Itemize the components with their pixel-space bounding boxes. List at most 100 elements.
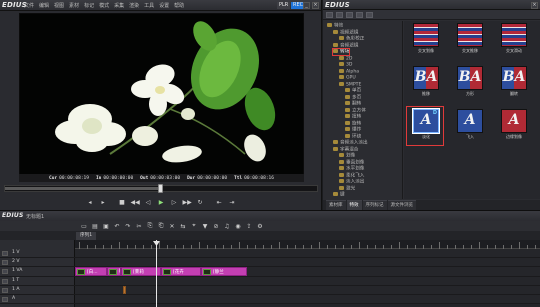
step-back-icon[interactable]: ◁	[144, 198, 153, 207]
timeline-clip[interactable]: [白...	[75, 267, 107, 276]
track-lock-icon[interactable]	[2, 288, 8, 293]
search-icon[interactable]	[366, 11, 373, 18]
cut-icon[interactable]: ✂	[135, 223, 143, 230]
menu-item[interactable]: 帮助	[174, 2, 184, 9]
tree-item[interactable]: 激光	[339, 185, 355, 192]
close-icon[interactable]: ×	[312, 2, 319, 9]
tree-item[interactable]: 色彩校正	[339, 36, 364, 42]
new-sequence-icon[interactable]: ▭	[80, 223, 88, 230]
timeline-clip[interactable]: [花卉	[161, 267, 201, 276]
thumbnail-view-icon[interactable]	[356, 11, 363, 18]
menu-item[interactable]: 文件	[24, 2, 34, 9]
menu-item[interactable]: 模式	[99, 2, 109, 9]
marker-icon[interactable]: ▼	[201, 223, 209, 230]
tree-item[interactable]: 环绕	[345, 133, 361, 140]
tree-item[interactable]: 水平划像	[339, 166, 364, 172]
razor-icon[interactable]: ⊘	[212, 223, 220, 230]
transition-thumbnail[interactable]: A 边缘划像	[498, 109, 530, 143]
tree-item[interactable]: Alpha	[339, 68, 359, 75]
tree-item[interactable]: 翻转	[345, 101, 361, 107]
transition-thumbnail[interactable]: 交叉滑动	[498, 23, 530, 57]
tree-item[interactable]: GPU	[339, 75, 356, 81]
loop-icon[interactable]: ↻	[196, 198, 205, 207]
menu-item[interactable]: 编辑	[39, 2, 49, 9]
list-view-icon[interactable]	[346, 11, 353, 18]
track-header[interactable]: A	[0, 295, 75, 304]
track-header[interactable]: 1 A	[0, 286, 75, 295]
timeline-clip[interactable]: [静兰	[201, 267, 247, 276]
track-lane[interactable]	[75, 249, 540, 258]
menu-item[interactable]: 视图	[54, 2, 64, 9]
transition-thumbnail[interactable]: 交叉推移	[454, 23, 486, 57]
undo-icon[interactable]: ↶	[113, 223, 121, 230]
tree-item[interactable]: 字幕混合	[333, 146, 358, 153]
track-lock-icon[interactable]	[2, 269, 8, 274]
paste-icon[interactable]: ⎗	[157, 222, 165, 230]
track-lane[interactable]	[75, 295, 540, 304]
play-icon[interactable]: ▶	[157, 198, 166, 207]
minimize-icon[interactable]: _	[303, 2, 310, 9]
tree-item[interactable]: 扭转	[345, 114, 361, 120]
menu-item[interactable]: 渲染	[129, 2, 139, 9]
scrub-handle[interactable]	[158, 184, 163, 193]
menu-item[interactable]: 工具	[144, 2, 154, 9]
tree-item[interactable]: 垂直划像	[339, 159, 364, 166]
menu-item[interactable]: 设置	[159, 2, 169, 9]
tree-item[interactable]: 划像	[339, 153, 355, 159]
tab-sequence-markers[interactable]: 序列标记	[362, 200, 387, 210]
timeline-ruler[interactable]	[75, 240, 540, 249]
fast-forward-icon[interactable]: ▶▶	[183, 198, 192, 207]
tree-item[interactable]: 音频滤镜	[333, 42, 358, 49]
tree-item[interactable]: 视频滤镜	[333, 29, 358, 36]
copy-icon[interactable]: ⎘	[146, 222, 154, 230]
tree-item[interactable]: SMPTE	[339, 81, 361, 88]
insert-icon[interactable]: ⇤	[215, 198, 224, 207]
rewind-icon[interactable]: ◀◀	[131, 198, 140, 207]
tree-item[interactable]: 音频淡入淡出	[333, 140, 368, 146]
tree-item[interactable]: 3D	[339, 62, 352, 68]
transition-thumbnail[interactable]: BA 方形	[454, 66, 486, 100]
menu-item[interactable]: 素材	[69, 2, 79, 9]
track-lane[interactable]: [白... [... [茉莉 [花卉 [静兰	[75, 267, 540, 277]
stop-icon[interactable]: ■	[118, 198, 127, 207]
track-header[interactable]: 2 V	[0, 258, 75, 267]
track-lane[interactable]	[75, 277, 540, 286]
tree-toggle-icon[interactable]	[326, 11, 333, 18]
set-out-icon[interactable]: ▸	[99, 198, 108, 207]
track-lock-icon[interactable]	[2, 279, 8, 284]
audio-marker[interactable]	[123, 286, 126, 294]
tab-bin[interactable]: 素材库	[326, 200, 346, 210]
tree-item[interactable]: 特效	[327, 23, 343, 29]
tree-item[interactable]: 淡入淡出	[339, 179, 364, 185]
tree-item[interactable]: 爆炸	[345, 127, 361, 133]
tree-item[interactable]: 旋转	[345, 120, 361, 127]
tab-effects[interactable]: 特效	[346, 200, 362, 210]
folder-up-icon[interactable]	[336, 11, 343, 18]
transition-thumbnail[interactable]: 交叉划像	[410, 23, 442, 57]
render-icon[interactable]: ◉	[234, 223, 242, 230]
tree-item[interactable]: 键	[333, 192, 345, 198]
close-icon[interactable]: ×	[531, 2, 538, 9]
tree-item[interactable]: 多页	[345, 94, 361, 101]
settings-icon[interactable]: ⚙	[256, 223, 264, 230]
track-header[interactable]: 1 V	[0, 249, 75, 258]
track-lock-icon[interactable]	[2, 297, 8, 302]
track-lane[interactable]	[75, 286, 540, 295]
tree-item[interactable]: 立方体	[345, 107, 366, 114]
plr-mode-button[interactable]: PLR	[277, 2, 291, 9]
transition-thumbnail[interactable]: BA 推移	[410, 66, 442, 100]
menu-item[interactable]: 标记	[84, 2, 94, 9]
audio-mixer-icon[interactable]: ♫	[223, 223, 231, 230]
track-lane[interactable]	[75, 258, 540, 267]
delete-icon[interactable]: ✕	[168, 223, 176, 230]
open-icon[interactable]: ▤	[91, 223, 99, 230]
snap-icon[interactable]: ⌖	[190, 222, 198, 230]
set-in-icon[interactable]: ◂	[86, 198, 95, 207]
save-icon[interactable]: ▣	[102, 223, 110, 230]
tree-item[interactable]: 单页	[345, 88, 361, 94]
overwrite-icon[interactable]: ⇥	[228, 198, 237, 207]
transition-thumbnail[interactable]: A 飞入	[454, 109, 486, 143]
track-header[interactable]: 1 VA	[0, 267, 75, 277]
tree-item[interactable]: 2D	[339, 55, 352, 62]
ripple-icon[interactable]: ⇆	[179, 223, 187, 230]
